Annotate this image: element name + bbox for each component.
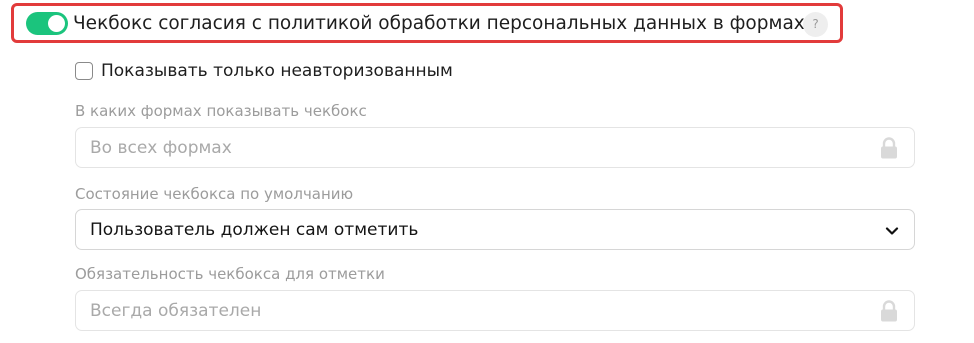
consent-toggle-label: Чекбокс согласия с политикой обработки п… xyxy=(73,13,805,34)
lock-icon xyxy=(881,137,897,159)
required-field: Всегда обязателен xyxy=(75,290,915,331)
required-field-label: Обязательность чекбокса для отметки xyxy=(75,265,385,283)
forms-field: Во всех формах xyxy=(75,127,915,168)
unauth-only-label[interactable]: Показывать только неавторизованным xyxy=(101,61,453,82)
required-field-value: Всегда обязателен xyxy=(90,301,262,321)
forms-field-value: Во всех формах xyxy=(90,138,232,158)
forms-field-label: В каких формах показывать чекбокс xyxy=(75,102,367,120)
lock-icon xyxy=(881,300,897,322)
default-state-select[interactable]: Пользователь должен сам отметить xyxy=(75,209,915,250)
default-state-field-label: Состояние чекбокса по умолчанию xyxy=(75,185,354,203)
help-icon[interactable]: ? xyxy=(803,12,828,37)
default-state-value: Пользователь должен сам отметить xyxy=(90,220,419,240)
consent-toggle[interactable] xyxy=(26,12,68,35)
toggle-knob xyxy=(48,15,65,32)
chevron-down-icon xyxy=(885,227,899,235)
unauth-only-checkbox[interactable] xyxy=(75,62,93,80)
